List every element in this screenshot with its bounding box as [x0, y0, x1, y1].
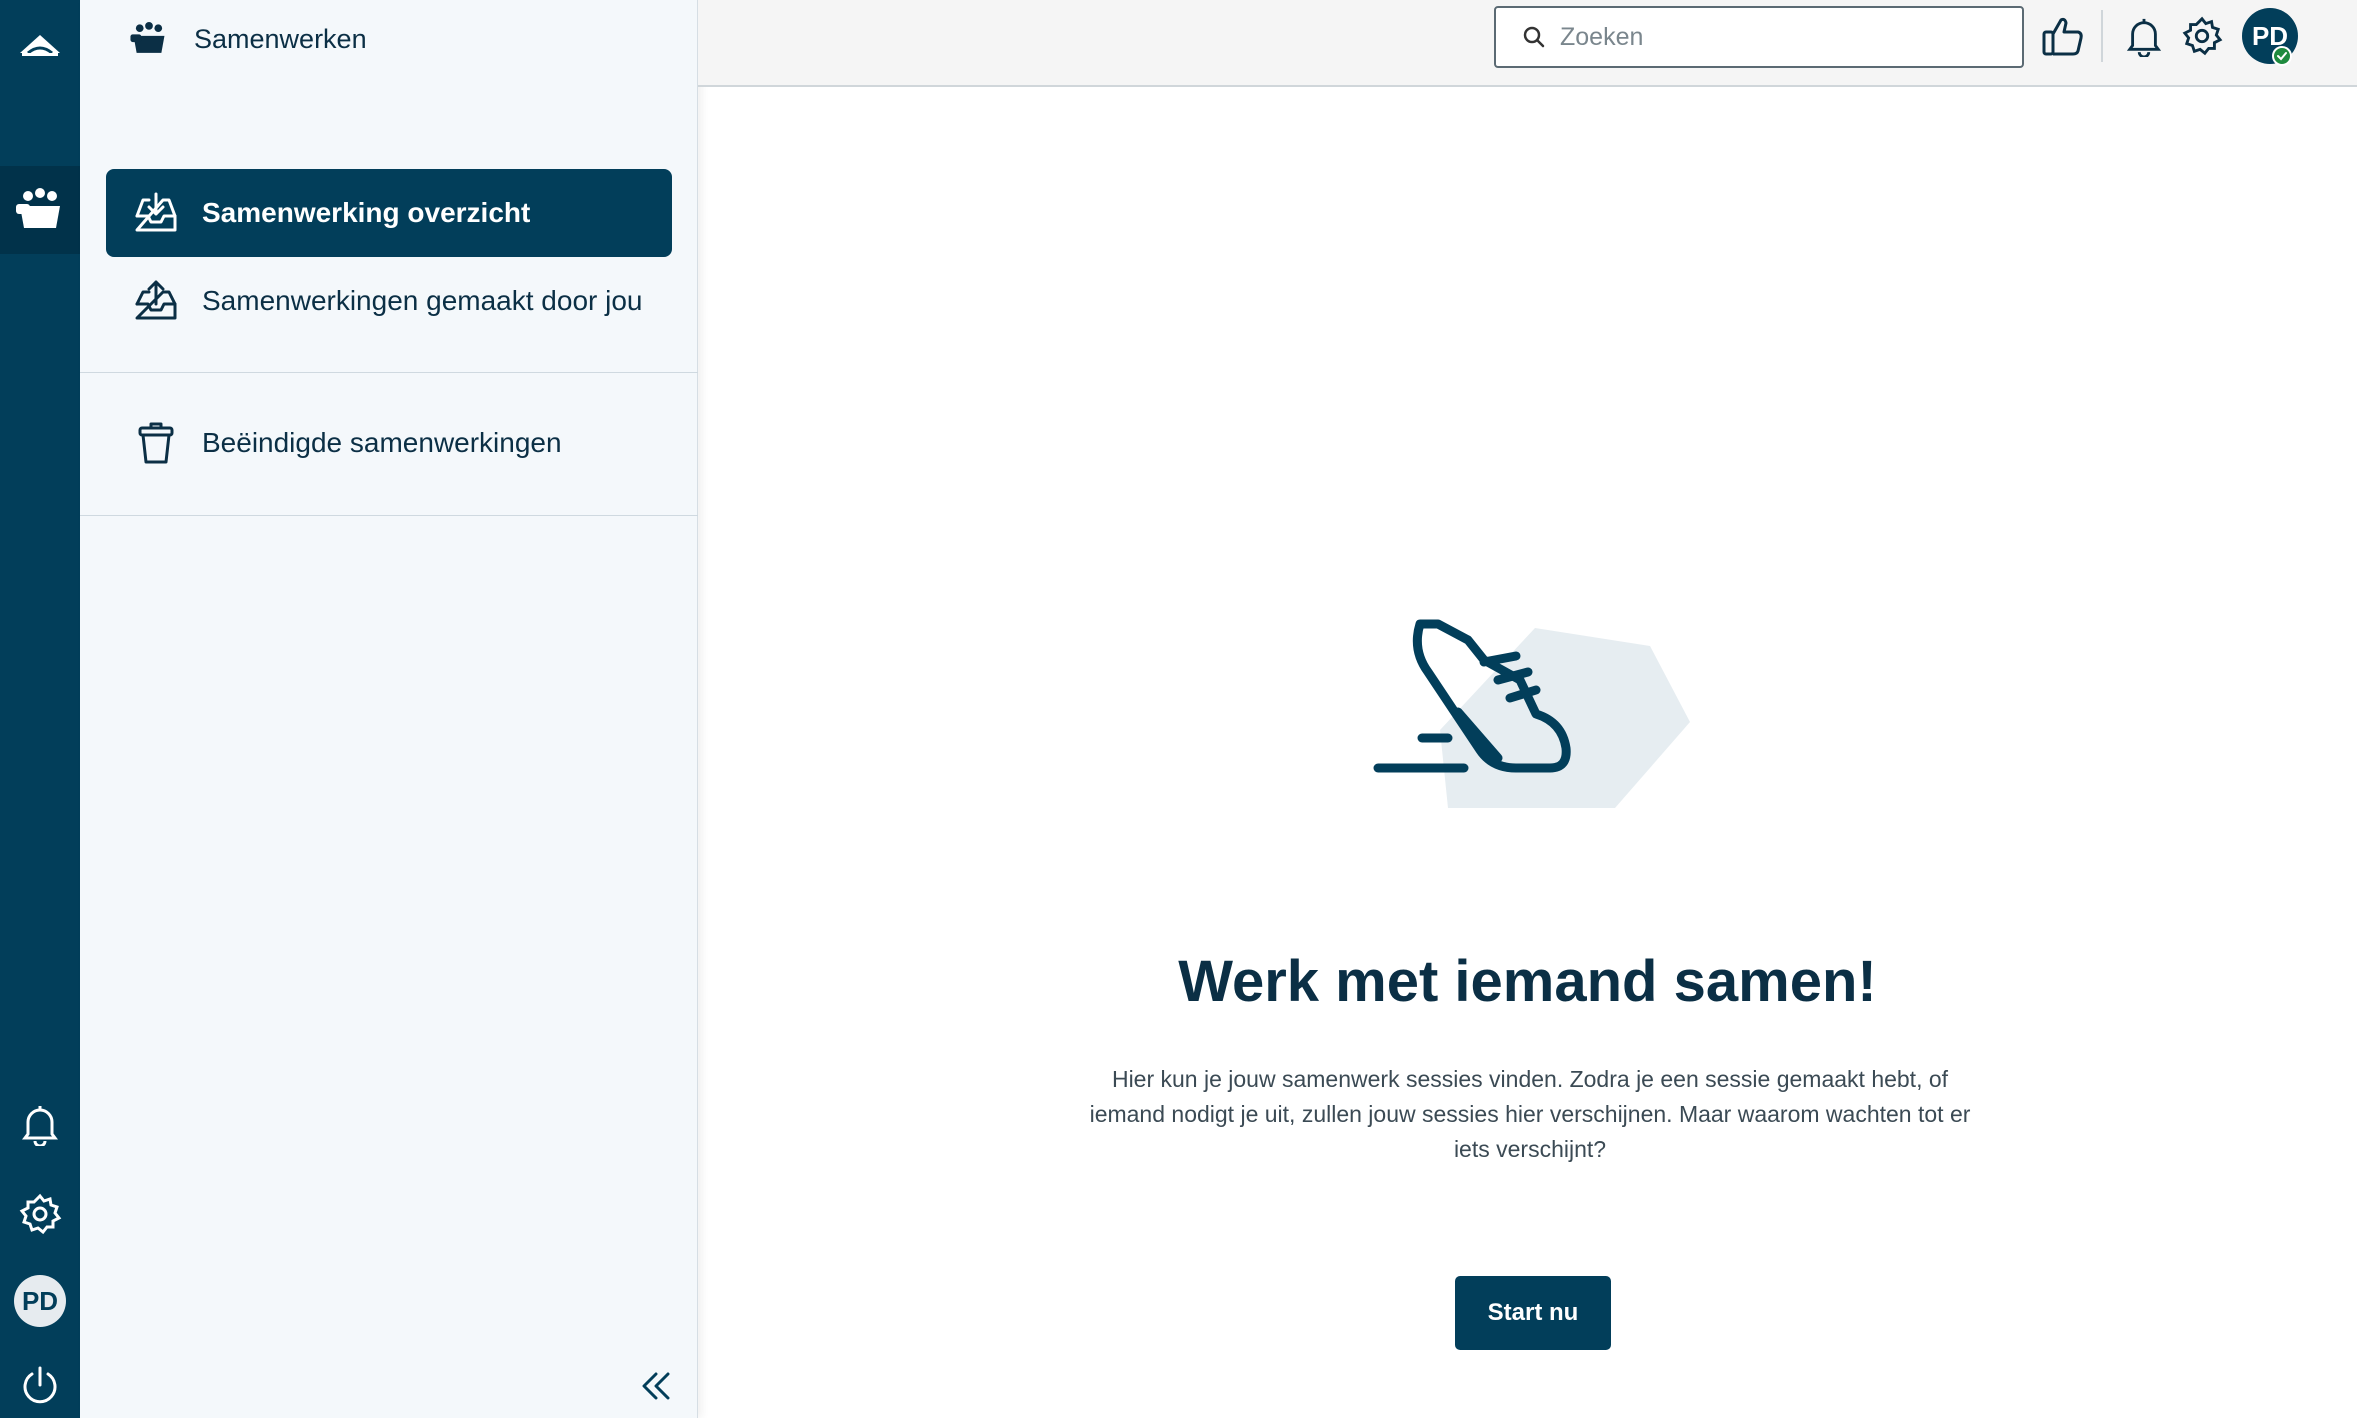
- rail-item-collaborate[interactable]: [0, 166, 80, 254]
- feedback-button[interactable]: [2037, 10, 2089, 62]
- nav-item-ended-collaborations[interactable]: Beëindigde samenwerkingen: [106, 399, 672, 487]
- people-group-icon: [130, 22, 165, 53]
- checkmark-icon: [2277, 52, 2287, 61]
- gear-icon: [19, 1193, 62, 1235]
- inbox-upload-icon: [132, 277, 180, 325]
- rail-item-notifications[interactable]: [0, 1080, 80, 1168]
- online-status-badge: [2272, 46, 2292, 66]
- gear-icon: [2182, 16, 2223, 56]
- top-bar: PD: [698, 0, 2357, 87]
- search-icon: [1523, 26, 1545, 48]
- nav-item-label: Samenwerkingen gemaakt door jou: [202, 285, 643, 316]
- collapse-panel-button[interactable]: [636, 1366, 676, 1406]
- avatar: PD: [14, 1275, 66, 1327]
- notifications-button[interactable]: [2118, 10, 2170, 62]
- panel-title: Samenwerken: [194, 23, 367, 54]
- inbox-download-icon: [132, 189, 180, 237]
- trash-icon: [132, 419, 180, 467]
- running-shoe-icon: [1360, 610, 1700, 810]
- collaborate-panel: Samenwerken Samenwerking overzicht Samen…: [80, 0, 698, 1418]
- nav-item-label: Beëindigde samenwerkingen: [202, 427, 562, 458]
- empty-state-description: Hier kun je jouw samenwerk sessies vinde…: [1089, 1066, 1971, 1162]
- app-logo[interactable]: [0, 2, 80, 90]
- bell-icon: [2126, 18, 2162, 57]
- cloud-logo-icon: [20, 35, 60, 56]
- search-box[interactable]: [1494, 6, 2024, 68]
- app-rail: PD: [0, 0, 80, 1418]
- rail-item-settings[interactable]: [0, 1170, 80, 1258]
- nav-item-label: Samenwerking overzicht: [202, 197, 531, 228]
- power-icon: [23, 1366, 57, 1404]
- panel-header: Samenwerken: [130, 22, 367, 56]
- start-now-button[interactable]: Start nu: [1455, 1276, 1611, 1350]
- divider: [80, 372, 698, 373]
- settings-button[interactable]: [2176, 10, 2228, 62]
- double-chevron-left-icon: [642, 1372, 670, 1400]
- empty-state-title: Werk met iemand samen!: [1178, 949, 1877, 1014]
- divider: [2101, 10, 2103, 62]
- rail-item-logout[interactable]: [0, 1342, 80, 1418]
- rail-item-profile[interactable]: PD: [0, 1257, 80, 1345]
- divider: [80, 515, 698, 516]
- search-input[interactable]: [1560, 22, 2000, 52]
- people-group-icon: [16, 188, 60, 228]
- nav-item-collaborations-by-you[interactable]: Samenwerkingen gemaakt door jou: [106, 257, 672, 345]
- thumbs-up-icon: [2042, 17, 2083, 56]
- bell-icon: [22, 1106, 58, 1146]
- nav-item-collaboration-overview[interactable]: Samenwerking overzicht: [106, 169, 672, 257]
